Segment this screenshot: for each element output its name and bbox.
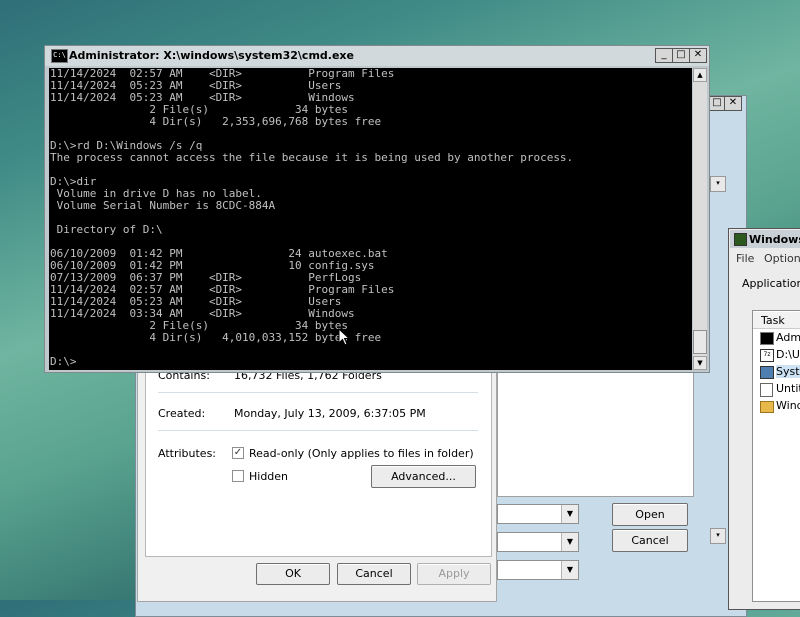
chevron-down-icon[interactable]: ▼ [561, 505, 578, 523]
notepad-icon [760, 383, 773, 397]
readonly-checkbox[interactable]: ✓ [232, 447, 244, 459]
encoding-combo[interactable]: ▼ [497, 560, 579, 580]
tab-applications[interactable]: Applications [742, 277, 800, 290]
menu-options[interactable]: Options [764, 252, 800, 265]
created-value: Monday, July 13, 2009, 6:37:05 PM [234, 407, 426, 420]
divider [158, 392, 478, 393]
cancel-button[interactable]: Cancel [337, 563, 411, 585]
back-window-close-button[interactable]: ✕ [724, 96, 742, 111]
mouse-pointer-icon [338, 328, 350, 346]
scroll-up-arrow[interactable]: ▲ [693, 68, 707, 82]
folder-icon [760, 401, 774, 413]
task-item[interactable]: D:\Us [776, 348, 800, 361]
scroll-down-arrow-lower[interactable]: ▾ [710, 528, 726, 544]
console-text: 11/14/2024 02:57 AM <DIR> Program Files … [50, 68, 574, 368]
window-title: Administrator: X:\windows\system32\cmd.e… [69, 49, 354, 62]
hidden-checkbox[interactable] [232, 470, 244, 482]
open-dialog-cancel-button[interactable]: Cancel [612, 529, 688, 552]
task-item[interactable]: Wind [776, 399, 800, 412]
window-icon [760, 366, 774, 379]
advanced-button[interactable]: Advanced... [371, 465, 476, 488]
menu-file[interactable]: File [736, 252, 754, 265]
scroll-down-arrow[interactable]: ▾ [710, 176, 726, 192]
filetype-combo[interactable]: ▼ [497, 532, 579, 552]
attributes-label: Attributes: [158, 447, 217, 460]
task-item[interactable]: Syste [776, 365, 800, 378]
cmd-window: C:\ Administrator: X:\windows\system32\c… [44, 45, 710, 373]
minimize-button[interactable]: _ [655, 48, 673, 63]
task-item[interactable]: Untit [776, 382, 800, 395]
maximize-button[interactable]: □ [672, 48, 690, 63]
scroll-down-arrow[interactable]: ▼ [693, 356, 707, 370]
vertical-scrollbar[interactable]: ▲ ▼ [693, 68, 707, 370]
open-button[interactable]: Open [612, 503, 688, 526]
cmd-icon [760, 332, 774, 345]
task-item[interactable]: Admi [776, 331, 800, 344]
close-button[interactable]: ✕ [689, 48, 707, 63]
filename-combo[interactable]: ▼ [497, 504, 579, 524]
console-output[interactable]: 11/14/2024 02:57 AM <DIR> Program Files … [49, 68, 692, 370]
scroll-thumb[interactable] [693, 330, 707, 354]
task-manager-title: Windows [749, 233, 800, 246]
created-label: Created: [158, 407, 206, 420]
console-icon: C:\ [51, 49, 68, 63]
ok-button[interactable]: OK [256, 563, 330, 585]
hidden-label: Hidden [249, 470, 289, 483]
column-header-task[interactable]: Task [753, 312, 800, 329]
divider [158, 430, 478, 431]
task-manager-icon [734, 233, 747, 246]
cmd-titlebar[interactable]: C:\ Administrator: X:\windows\system32\c… [45, 46, 709, 66]
chevron-down-icon[interactable]: ▼ [561, 561, 578, 579]
chevron-down-icon[interactable]: ▼ [561, 533, 578, 551]
archive-icon: 7z [760, 349, 774, 362]
apply-button[interactable]: Apply [417, 563, 491, 585]
readonly-label: Read-only (Only applies to files in fold… [249, 447, 474, 460]
